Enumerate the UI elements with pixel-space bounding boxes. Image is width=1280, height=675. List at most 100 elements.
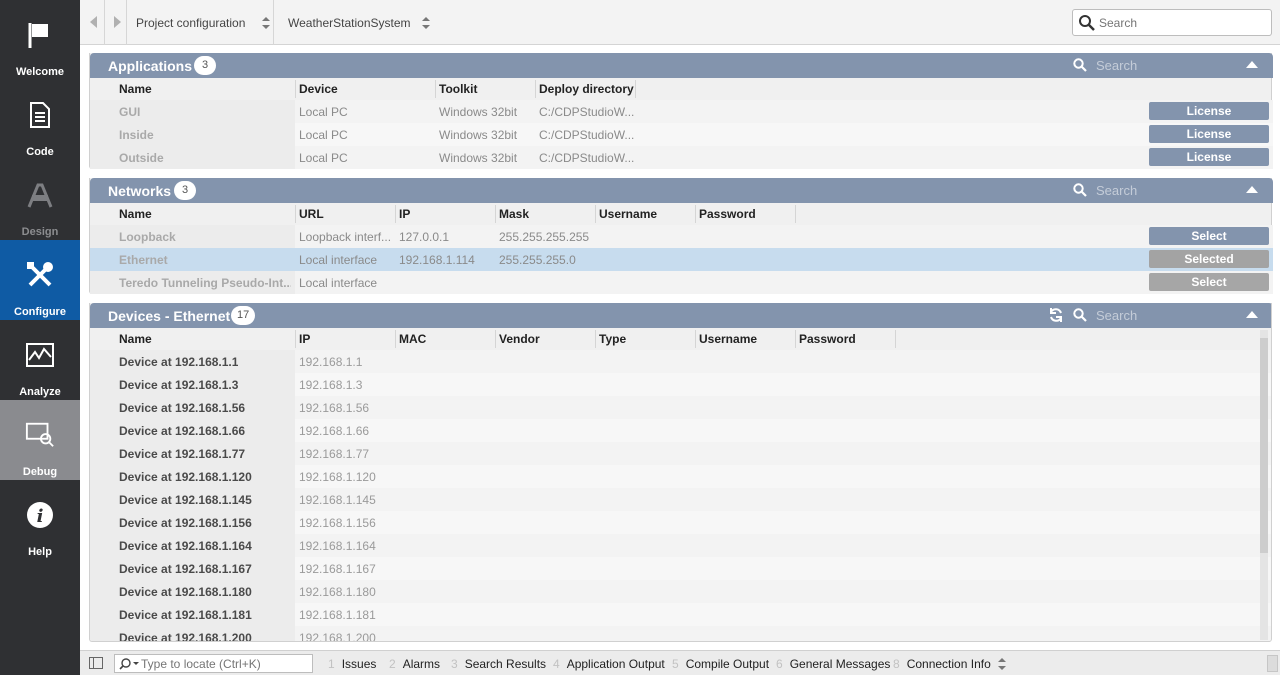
device-name: Device at 192.168.1.181 (119, 608, 252, 622)
sidebar-item-design[interactable]: Design (0, 160, 80, 240)
pane-resize-handle[interactable] (1267, 655, 1278, 672)
tab-search-results[interactable]: 3 Search Results (451, 657, 546, 671)
locator-input[interactable] (141, 656, 309, 672)
table-row[interactable]: Loopback Loopback interf... 127.0.0.1 25… (90, 225, 1273, 248)
select-button[interactable]: Select (1149, 227, 1269, 245)
app-toolkit: Windows 32bit (439, 105, 518, 119)
devices-header[interactable]: Devices - Ethernet 17 Search (90, 303, 1271, 328)
cells-bg (295, 465, 1271, 488)
column-header-ip[interactable]: IP (299, 332, 310, 346)
table-row[interactable]: Teredo Tunneling Pseudo-Int... Local int… (90, 271, 1273, 294)
column-header-name[interactable]: Name (119, 82, 152, 96)
back-arrow-icon[interactable] (90, 16, 100, 28)
table-row[interactable]: GUI Local PC Windows 32bit C:/CDPStudioW… (90, 100, 1273, 123)
table-row[interactable]: Device at 192.168.1.1 192.168.1.1 (90, 350, 1271, 373)
table-row[interactable]: Device at 192.168.1.145 192.168.1.145 (90, 488, 1271, 511)
sidebar-item-welcome[interactable]: Welcome (0, 0, 80, 80)
forward-arrow-icon[interactable] (113, 16, 123, 28)
mode-combo[interactable]: Project configuration (136, 0, 270, 45)
column-header-url[interactable]: URL (299, 207, 324, 221)
column-header-ip[interactable]: IP (399, 207, 410, 221)
tab-number: 3 (451, 657, 458, 671)
global-search-input[interactable] (1099, 14, 1267, 32)
panel-title: Applications (108, 58, 193, 74)
search-icon[interactable] (1073, 183, 1087, 200)
table-row[interactable]: Device at 192.168.1.200 192.168.1.200 (90, 626, 1271, 641)
table-row[interactable]: Device at 192.168.1.77 192.168.1.77 (90, 442, 1271, 465)
column-header-vendor[interactable]: Vendor (499, 332, 540, 346)
table-row[interactable]: Device at 192.168.1.164 192.168.1.164 (90, 534, 1271, 557)
sidebar-item-debug[interactable]: Debug (0, 400, 80, 480)
devices-scrollbar[interactable] (1260, 330, 1268, 640)
column-header-name[interactable]: Name (119, 207, 152, 221)
tab-application-output[interactable]: 4 Application Output (553, 657, 665, 671)
sidebar-label: Help (28, 546, 52, 558)
tab-number: 6 (776, 657, 783, 671)
global-search-box[interactable] (1072, 9, 1272, 36)
updown-icon (262, 16, 270, 30)
table-row[interactable]: Device at 192.168.1.181 192.168.1.181 (90, 603, 1271, 626)
sidebar-item-configure[interactable]: Configure (0, 240, 80, 320)
table-row[interactable]: Device at 192.168.1.66 192.168.1.66 (90, 419, 1271, 442)
scrollbar-thumb[interactable] (1260, 338, 1268, 553)
refresh-icon[interactable] (1048, 307, 1064, 326)
locator-box[interactable] (114, 654, 313, 673)
column-header-password[interactable]: Password (699, 207, 756, 221)
sidebar-item-help[interactable]: i Help (0, 480, 80, 560)
cells-bg (295, 442, 1271, 465)
select-button[interactable]: Select (1149, 273, 1269, 291)
search-icon[interactable] (1073, 308, 1087, 325)
table-row[interactable]: Outside Local PC Windows 32bit C:/CDPStu… (90, 146, 1273, 169)
sidebar-item-code[interactable]: Code (0, 80, 80, 160)
more-tabs-updown-icon[interactable] (998, 657, 1006, 674)
toolbar-separator (273, 0, 274, 45)
cells-bg (295, 488, 1271, 511)
tab-label: Search Results (464, 657, 547, 671)
project-combo[interactable]: WeatherStationSystem (288, 0, 430, 45)
collapse-icon[interactable] (1246, 61, 1258, 68)
table-row-selected[interactable]: Ethernet Local interface 192.168.1.114 2… (90, 248, 1273, 271)
networks-header[interactable]: Networks 3 Search (90, 178, 1273, 203)
column-header-mac[interactable]: MAC (399, 332, 426, 346)
table-row[interactable]: Device at 192.168.1.56 192.168.1.56 (90, 396, 1271, 419)
selected-button[interactable]: Selected (1149, 250, 1269, 268)
column-header-device[interactable]: Device (299, 82, 338, 96)
table-row[interactable]: Device at 192.168.1.167 192.168.1.167 (90, 557, 1271, 580)
license-button[interactable]: License (1149, 102, 1269, 120)
column-header-toolkit[interactable]: Toolkit (439, 82, 477, 96)
search-icon[interactable] (1073, 58, 1087, 75)
table-row[interactable]: Device at 192.168.1.156 192.168.1.156 (90, 511, 1271, 534)
column-header-password[interactable]: Password (799, 332, 856, 346)
column-header-username[interactable]: Username (599, 207, 657, 221)
toggle-sidebar-icon[interactable] (89, 657, 103, 672)
device-name: Device at 192.168.1.145 (119, 493, 252, 507)
tab-compile-output[interactable]: 5 Compile Output (672, 657, 769, 671)
panel-title: Devices - Ethernet (108, 308, 231, 324)
sidebar-label: Configure (14, 306, 66, 318)
panel-search-placeholder[interactable]: Search (1096, 58, 1137, 73)
tab-connection-info[interactable]: 8 Connection Info (893, 657, 991, 671)
table-row[interactable]: Device at 192.168.1.180 192.168.1.180 (90, 580, 1271, 603)
column-header-type[interactable]: Type (599, 332, 626, 346)
column-header-name[interactable]: Name (119, 332, 152, 346)
column-separator (495, 205, 496, 223)
license-button[interactable]: License (1149, 125, 1269, 143)
sidebar-item-analyze[interactable]: Analyze (0, 320, 80, 400)
column-header-mask[interactable]: Mask (499, 207, 529, 221)
panel-search-placeholder[interactable]: Search (1096, 308, 1137, 323)
license-button[interactable]: License (1149, 148, 1269, 166)
collapse-icon[interactable] (1246, 186, 1258, 193)
column-header-username[interactable]: Username (699, 332, 757, 346)
tab-issues[interactable]: 1 Issues (328, 657, 376, 671)
column-header-deploy-directory[interactable]: Deploy directory (539, 82, 634, 96)
sidebar-label: Code (26, 146, 54, 158)
applications-header[interactable]: Applications 3 Search (90, 53, 1273, 78)
table-row[interactable]: Device at 192.168.1.120 192.168.1.120 (90, 465, 1271, 488)
panel-search-placeholder[interactable]: Search (1096, 183, 1137, 198)
tab-general-messages[interactable]: 6 General Messages (776, 657, 890, 671)
table-row[interactable]: Inside Local PC Windows 32bit C:/CDPStud… (90, 123, 1273, 146)
table-row[interactable]: Device at 192.168.1.3 192.168.1.3 (90, 373, 1271, 396)
tab-alarms[interactable]: 2 Alarms (389, 657, 440, 671)
collapse-icon[interactable] (1246, 311, 1258, 318)
device-ip: 192.168.1.180 (299, 585, 376, 599)
